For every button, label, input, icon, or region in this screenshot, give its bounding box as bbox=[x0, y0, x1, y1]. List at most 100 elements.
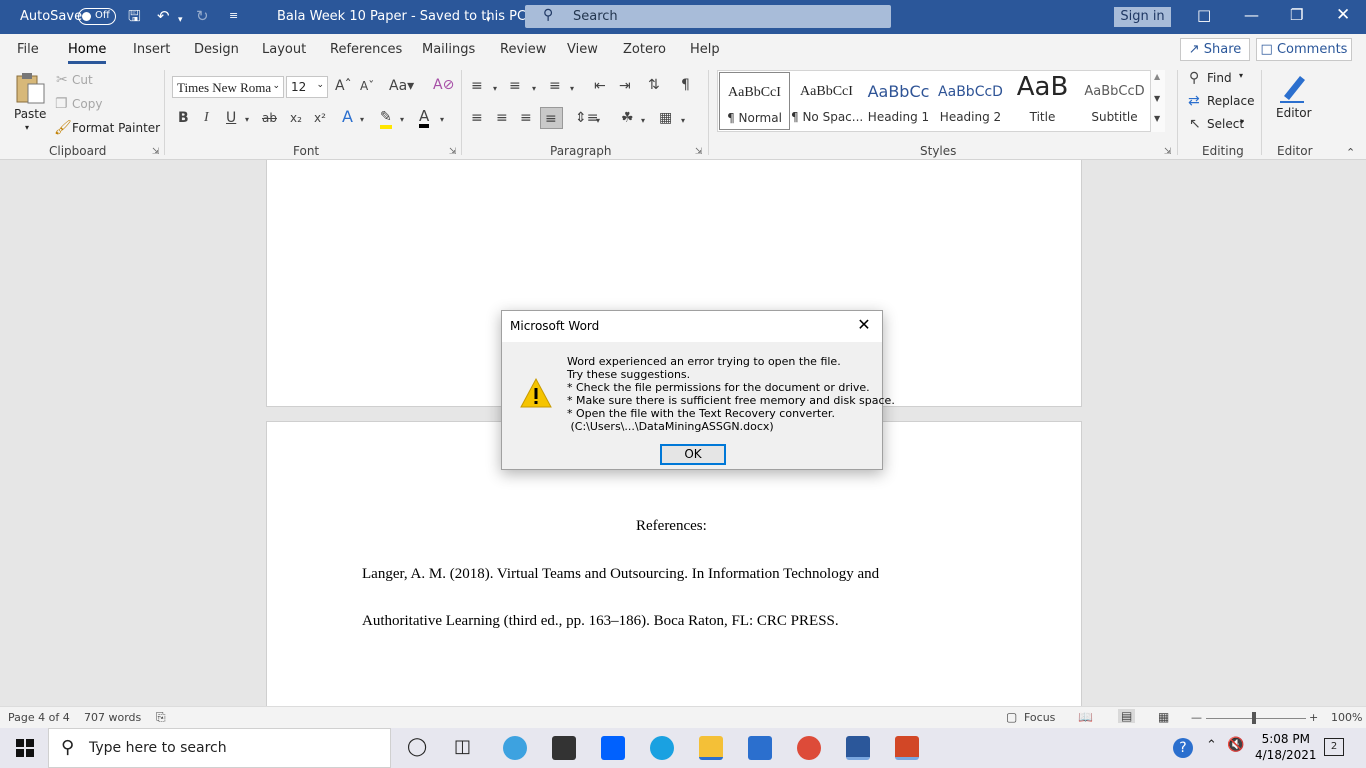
strikethrough-icon[interactable]: ab bbox=[262, 110, 277, 126]
styles-launcher-icon[interactable]: ⇲ bbox=[1164, 147, 1172, 157]
numbering-dropdown-icon[interactable]: ▾ bbox=[532, 81, 536, 97]
word-taskbar-icon[interactable] bbox=[846, 736, 870, 760]
read-mode-icon[interactable]: 📖 bbox=[1078, 710, 1093, 724]
clear-formatting-icon[interactable]: A⊘ bbox=[433, 77, 454, 93]
align-center-icon[interactable]: ≡ bbox=[496, 110, 508, 126]
ok-button[interactable]: OK bbox=[660, 444, 726, 465]
borders-icon[interactable]: ▦ bbox=[659, 110, 672, 126]
collapse-ribbon-icon[interactable]: ⌃ bbox=[1346, 145, 1355, 161]
find-dropdown-icon[interactable]: ▾ bbox=[1239, 71, 1243, 80]
shading-icon[interactable]: ☘ bbox=[621, 110, 634, 126]
web-layout-icon[interactable]: ▦ bbox=[1158, 710, 1169, 724]
style-heading-1[interactable]: AaBbCc Heading 1 bbox=[863, 72, 934, 130]
close-window-icon[interactable]: ✕ bbox=[1336, 5, 1350, 25]
align-left-icon[interactable]: ≡ bbox=[471, 110, 483, 126]
store-icon[interactable] bbox=[552, 736, 576, 760]
windows-start-icon[interactable] bbox=[16, 739, 34, 757]
bullets-icon[interactable]: ≡ bbox=[471, 78, 483, 94]
text-effects-dropdown-icon[interactable]: ▾ bbox=[360, 112, 364, 128]
zoom-slider[interactable] bbox=[1206, 718, 1306, 719]
subscript-icon[interactable]: x₂ bbox=[290, 110, 302, 126]
show-formatting-marks-icon[interactable]: ¶ bbox=[681, 77, 690, 93]
comments-button[interactable]: □ Comments bbox=[1256, 38, 1352, 61]
mail-icon[interactable] bbox=[748, 736, 772, 760]
volume-muted-icon[interactable]: 🔇 bbox=[1227, 737, 1244, 753]
zoom-level[interactable]: 100% bbox=[1331, 711, 1362, 724]
find-button[interactable]: Find bbox=[1207, 71, 1232, 85]
customize-qat-icon[interactable]: ≡ bbox=[229, 8, 238, 24]
text-effects-icon[interactable]: A bbox=[342, 109, 353, 125]
borders-dropdown-icon[interactable]: ▾ bbox=[681, 113, 685, 129]
underline-dropdown-icon[interactable]: ▾ bbox=[245, 112, 249, 128]
zoom-in-icon[interactable]: + bbox=[1309, 711, 1318, 724]
change-case-icon[interactable]: Aa▾ bbox=[389, 78, 414, 94]
zoom-out-icon[interactable]: — bbox=[1191, 711, 1202, 724]
clock[interactable]: 5:08 PM 4/18/2021 bbox=[1255, 731, 1317, 763]
scroll-down-icon[interactable]: ▼ bbox=[1154, 94, 1160, 103]
ribbon-display-icon[interactable]: □ bbox=[1197, 6, 1211, 24]
search-box[interactable]: ⚲ Search bbox=[525, 5, 891, 28]
redo-icon[interactable]: ↻ bbox=[196, 8, 209, 24]
bullets-dropdown-icon[interactable]: ▾ bbox=[493, 81, 497, 97]
styles-scroll[interactable]: ▲ ▼ ▼ bbox=[1150, 70, 1165, 132]
taskbar-search[interactable]: ⚲ Type here to search bbox=[48, 728, 391, 768]
tab-layout[interactable]: Layout bbox=[262, 42, 306, 57]
justify-icon[interactable]: ≡ bbox=[540, 107, 563, 129]
font-color-icon[interactable]: A bbox=[419, 108, 430, 128]
internet-explorer-icon[interactable] bbox=[503, 736, 527, 760]
align-right-icon[interactable]: ≡ bbox=[520, 110, 532, 126]
numbering-icon[interactable]: ≡ bbox=[509, 78, 521, 94]
font-color-dropdown-icon[interactable]: ▾ bbox=[440, 112, 444, 128]
select-button[interactable]: Select bbox=[1207, 117, 1244, 131]
grow-font-icon[interactable]: Aˆ bbox=[335, 78, 352, 94]
tab-insert[interactable]: Insert bbox=[133, 42, 170, 57]
cut-button[interactable]: Cut bbox=[72, 73, 93, 87]
underline-icon[interactable]: U bbox=[226, 110, 236, 126]
undo-dropdown-icon[interactable]: ▾ bbox=[178, 12, 183, 28]
autosave-toggle[interactable]: Off bbox=[78, 8, 116, 25]
font-launcher-icon[interactable]: ⇲ bbox=[449, 147, 457, 157]
increase-indent-icon[interactable]: ⇥ bbox=[619, 78, 631, 94]
paragraph-launcher-icon[interactable]: ⇲ bbox=[695, 147, 703, 157]
style-heading-2[interactable]: AaBbCcD Heading 2 bbox=[935, 72, 1006, 130]
dialog-close-icon[interactable]: ✕ bbox=[854, 315, 874, 334]
sort-icon[interactable]: ⇅ bbox=[648, 77, 660, 93]
task-view-icon[interactable]: ◫ bbox=[454, 736, 471, 757]
copy-button[interactable]: Copy bbox=[72, 97, 102, 111]
style-no-spacing[interactable]: AaBbCcI ¶ No Spac... bbox=[791, 72, 863, 130]
select-dropdown-icon[interactable]: ▾ bbox=[1240, 117, 1244, 126]
decrease-indent-icon[interactable]: ⇤ bbox=[594, 78, 606, 94]
style-title[interactable]: AaB Title bbox=[1007, 72, 1078, 130]
editor-button[interactable]: Editor bbox=[1270, 70, 1316, 130]
sign-in-button[interactable]: Sign in bbox=[1114, 7, 1171, 27]
line-spacing-dropdown-icon[interactable]: ▾ bbox=[596, 113, 600, 129]
powerpoint-icon[interactable] bbox=[895, 736, 919, 760]
tab-view[interactable]: View bbox=[567, 42, 598, 57]
format-painter-button[interactable]: Format Painter bbox=[72, 121, 160, 135]
style-normal[interactable]: AaBbCcI ¶ Normal bbox=[719, 72, 790, 130]
replace-button[interactable]: Replace bbox=[1207, 94, 1254, 108]
highlight-icon[interactable]: ✎ bbox=[380, 109, 392, 129]
print-layout-icon[interactable]: ▤ bbox=[1118, 709, 1136, 723]
line-spacing-icon[interactable]: ⇕≡ bbox=[575, 110, 598, 126]
edge-icon[interactable] bbox=[650, 736, 674, 760]
tab-references[interactable]: References bbox=[330, 42, 402, 57]
file-explorer-icon[interactable] bbox=[699, 736, 723, 760]
focus-button[interactable]: Focus bbox=[1024, 711, 1055, 724]
more-styles-icon[interactable]: ▼ bbox=[1154, 114, 1160, 123]
shrink-font-icon[interactable]: Aˇ bbox=[360, 78, 374, 94]
undo-icon[interactable]: ↶ bbox=[157, 8, 170, 24]
tab-help[interactable]: Help bbox=[690, 42, 720, 57]
bold-icon[interactable]: B bbox=[178, 110, 189, 126]
paste-button[interactable]: Paste ▾ bbox=[10, 71, 48, 137]
tab-home[interactable]: Home bbox=[68, 42, 107, 64]
tab-design[interactable]: Design bbox=[194, 42, 239, 57]
highlight-dropdown-icon[interactable]: ▾ bbox=[400, 112, 404, 128]
proofing-icon[interactable]: ⎘ bbox=[156, 710, 166, 725]
notifications-icon[interactable]: 2 bbox=[1324, 738, 1344, 756]
italic-icon[interactable]: I bbox=[204, 110, 209, 126]
scroll-up-icon[interactable]: ▲ bbox=[1154, 72, 1160, 81]
tab-mailings[interactable]: Mailings bbox=[422, 42, 475, 57]
zoom-slider-thumb[interactable] bbox=[1252, 712, 1256, 724]
font-size-box[interactable]: 12 ⌄ bbox=[286, 76, 328, 98]
